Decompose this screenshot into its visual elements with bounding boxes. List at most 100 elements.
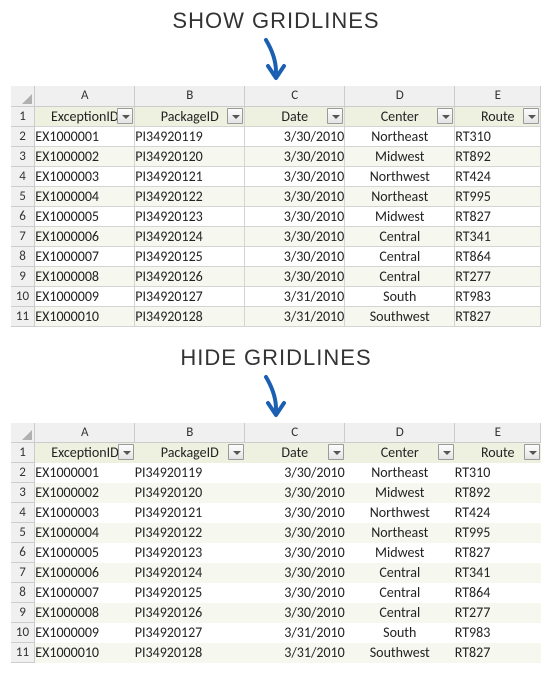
cell[interactable]: RT310 bbox=[455, 463, 541, 483]
cell[interactable]: PI34920119 bbox=[135, 463, 245, 483]
cell[interactable]: PI34920120 bbox=[135, 483, 245, 503]
cell[interactable]: RT892 bbox=[455, 483, 541, 503]
cell[interactable]: Northeast bbox=[345, 523, 455, 543]
cell[interactable]: 3/30/2010 bbox=[245, 563, 345, 583]
cell[interactable]: 3/30/2010 bbox=[245, 246, 345, 266]
row-header[interactable]: 1 bbox=[11, 106, 35, 126]
cell[interactable]: RT827 bbox=[455, 543, 541, 563]
cell[interactable]: Northeast bbox=[345, 186, 455, 206]
row-header[interactable]: 4 bbox=[11, 503, 35, 523]
row-header[interactable]: 2 bbox=[11, 126, 35, 146]
row-header[interactable]: 7 bbox=[11, 226, 35, 246]
cell[interactable]: PI34920123 bbox=[135, 543, 245, 563]
cell[interactable]: PI34920126 bbox=[135, 603, 245, 623]
cell[interactable]: PI34920127 bbox=[135, 623, 245, 643]
header-center[interactable]: Center bbox=[345, 106, 455, 126]
header-center[interactable]: Center bbox=[345, 443, 455, 463]
cell[interactable]: PI34920125 bbox=[135, 583, 245, 603]
cell[interactable]: Central bbox=[345, 266, 455, 286]
cell[interactable]: PI34920124 bbox=[135, 563, 245, 583]
cell[interactable]: Midwest bbox=[345, 206, 455, 226]
row-header[interactable]: 2 bbox=[11, 463, 35, 483]
cell[interactable]: EX1000001 bbox=[35, 126, 135, 146]
row-header[interactable]: 8 bbox=[11, 583, 35, 603]
cell[interactable]: 3/30/2010 bbox=[245, 543, 345, 563]
row-header[interactable]: 1 bbox=[11, 443, 35, 463]
cell[interactable]: 3/30/2010 bbox=[245, 266, 345, 286]
cell[interactable]: Central bbox=[345, 603, 455, 623]
cell[interactable]: Midwest bbox=[345, 483, 455, 503]
cell[interactable]: EX1000003 bbox=[35, 503, 135, 523]
cell[interactable]: 3/30/2010 bbox=[245, 126, 345, 146]
row-header[interactable]: 9 bbox=[11, 603, 35, 623]
cell[interactable]: EX1000005 bbox=[35, 543, 135, 563]
cell[interactable]: Central bbox=[345, 583, 455, 603]
cell[interactable]: 3/31/2010 bbox=[245, 623, 345, 643]
cell[interactable]: Central bbox=[345, 226, 455, 246]
filter-dropdown-icon[interactable] bbox=[523, 108, 539, 124]
cell[interactable]: RT341 bbox=[455, 226, 541, 246]
cell[interactable]: EX1000010 bbox=[35, 306, 135, 326]
cell[interactable]: PI34920119 bbox=[135, 126, 245, 146]
cell[interactable]: RT995 bbox=[455, 186, 541, 206]
col-header-D[interactable]: D bbox=[345, 86, 455, 106]
cell[interactable]: PI34920128 bbox=[135, 306, 245, 326]
row-header[interactable]: 10 bbox=[11, 286, 35, 306]
row-header[interactable]: 6 bbox=[11, 543, 35, 563]
row-header[interactable]: 8 bbox=[11, 246, 35, 266]
cell[interactable]: 3/30/2010 bbox=[245, 503, 345, 523]
filter-dropdown-icon[interactable] bbox=[227, 108, 243, 124]
row-header[interactable]: 9 bbox=[11, 266, 35, 286]
col-header-A[interactable]: A bbox=[35, 86, 135, 106]
cell[interactable]: Northeast bbox=[345, 463, 455, 483]
cell[interactable]: Southwest bbox=[345, 306, 455, 326]
header-date[interactable]: Date bbox=[245, 106, 345, 126]
cell[interactable]: RT277 bbox=[455, 266, 541, 286]
header-route[interactable]: Route bbox=[455, 443, 541, 463]
col-header-B[interactable]: B bbox=[135, 86, 245, 106]
cell[interactable]: PI34920125 bbox=[135, 246, 245, 266]
cell[interactable]: South bbox=[345, 286, 455, 306]
col-header-E[interactable]: E bbox=[455, 423, 541, 443]
row-header[interactable]: 5 bbox=[11, 186, 35, 206]
cell[interactable]: RT827 bbox=[455, 306, 541, 326]
cell[interactable]: EX1000007 bbox=[35, 246, 135, 266]
cell[interactable]: RT864 bbox=[455, 583, 541, 603]
cell[interactable]: EX1000002 bbox=[35, 483, 135, 503]
cell[interactable]: 3/30/2010 bbox=[245, 583, 345, 603]
cell[interactable]: EX1000005 bbox=[35, 206, 135, 226]
cell[interactable]: 3/31/2010 bbox=[245, 306, 345, 326]
cell[interactable]: PI34920121 bbox=[135, 503, 245, 523]
cell[interactable]: 3/31/2010 bbox=[245, 643, 345, 663]
cell[interactable]: EX1000006 bbox=[35, 226, 135, 246]
row-header[interactable]: 3 bbox=[11, 146, 35, 166]
header-date[interactable]: Date bbox=[245, 443, 345, 463]
header-route[interactable]: Route bbox=[455, 106, 541, 126]
filter-dropdown-icon[interactable] bbox=[328, 444, 344, 460]
cell[interactable]: RT983 bbox=[455, 286, 541, 306]
filter-dropdown-icon[interactable] bbox=[437, 108, 453, 124]
cell[interactable]: RT424 bbox=[455, 166, 541, 186]
cell[interactable]: 3/30/2010 bbox=[245, 186, 345, 206]
cell[interactable]: Midwest bbox=[345, 543, 455, 563]
cell[interactable]: South bbox=[345, 623, 455, 643]
cell[interactable]: 3/30/2010 bbox=[245, 603, 345, 623]
row-header[interactable]: 10 bbox=[11, 623, 35, 643]
cell[interactable]: PI34920123 bbox=[135, 206, 245, 226]
cell[interactable]: 3/30/2010 bbox=[245, 206, 345, 226]
cell[interactable]: 3/30/2010 bbox=[245, 483, 345, 503]
cell[interactable]: PI34920122 bbox=[135, 523, 245, 543]
cell[interactable]: Central bbox=[345, 563, 455, 583]
cell[interactable]: RT995 bbox=[455, 523, 541, 543]
filter-dropdown-icon[interactable] bbox=[438, 444, 454, 460]
row-header[interactable]: 5 bbox=[11, 523, 35, 543]
filter-dropdown-icon[interactable] bbox=[524, 444, 540, 460]
filter-dropdown-icon[interactable] bbox=[117, 108, 133, 124]
cell[interactable]: EX1000004 bbox=[35, 523, 135, 543]
header-packageid[interactable]: PackageID bbox=[135, 106, 245, 126]
cell[interactable]: RT424 bbox=[455, 503, 541, 523]
cell[interactable]: PI34920127 bbox=[135, 286, 245, 306]
filter-dropdown-icon[interactable] bbox=[228, 444, 244, 460]
cell[interactable]: EX1000008 bbox=[35, 266, 135, 286]
select-all-corner[interactable] bbox=[11, 423, 35, 443]
